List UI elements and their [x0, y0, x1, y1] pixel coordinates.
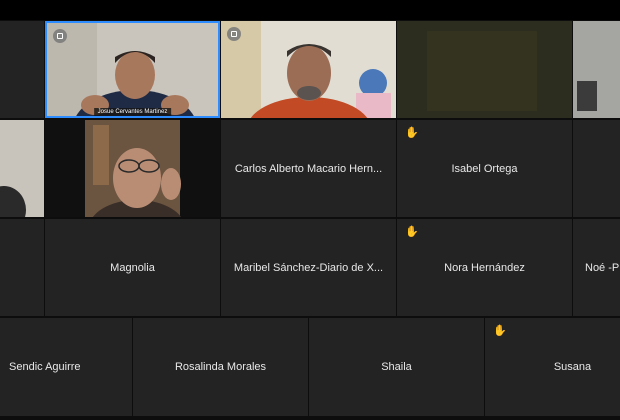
participant-tile-carlos[interactable]: Carlos Alberto Macario Hern...: [221, 120, 396, 217]
video-feed-josue: [47, 23, 218, 116]
raised-hand-icon: ✋: [405, 226, 419, 238]
participant-name-magnolia: Magnolia: [110, 261, 155, 274]
participant-tile-video-4-partial[interactable]: [573, 21, 620, 118]
participant-name-nora: Nora Hernández: [444, 261, 525, 274]
participant-name-susana: Susana: [553, 361, 592, 373]
participant-tile-josue[interactable]: Josue Cervantes Martinez: [45, 21, 220, 118]
participant-tile-shaila[interactable]: Shaila: [309, 318, 484, 416]
participant-tile-partial-right-2[interactable]: [573, 120, 620, 217]
participant-tile-sendic[interactable]: Sendic Aguirre: [0, 318, 132, 416]
video-feed-3: [397, 21, 572, 118]
participant-name-carlos: Carlos Alberto Macario Hern...: [234, 162, 383, 175]
participant-tile-maribel[interactable]: Maribel Sánchez-Diario de X...: [221, 219, 396, 316]
participant-tile-partial-left-3[interactable]: [0, 219, 44, 316]
window-top-bar: [0, 0, 620, 20]
participant-tile-nora[interactable]: ✋ Nora Hernández: [397, 219, 572, 316]
participant-tile-susana[interactable]: ✋ Susana: [485, 318, 620, 416]
video-feed-4: [573, 21, 620, 118]
participant-name-sendic: Sendic Aguirre: [9, 361, 81, 373]
video-feed-5: [45, 120, 220, 217]
participant-tile-rosalinda[interactable]: Rosalinda Morales: [133, 318, 308, 416]
participant-tile-magnolia[interactable]: Magnolia: [45, 219, 220, 316]
participant-name-isabel: Isabel Ortega: [451, 162, 518, 175]
participant-tile-video-5[interactable]: [45, 120, 220, 217]
participant-tile-partial-left-2[interactable]: [0, 120, 44, 217]
participant-tile-noe[interactable]: Noé -P: [573, 219, 620, 316]
camera-badge-icon: [227, 27, 241, 41]
camera-badge-icon: [53, 29, 67, 43]
participant-tile-isabel[interactable]: ✋ Isabel Ortega: [397, 120, 572, 217]
video-feed-2: [221, 21, 396, 118]
participant-tile-video-3[interactable]: [397, 21, 572, 118]
participant-tile-partial-left-1[interactable]: [0, 21, 44, 118]
participant-caption-josue: Josue Cervantes Martinez: [93, 108, 172, 116]
participant-name-noe: Noé -P: [585, 261, 620, 274]
raised-hand-icon: ✋: [405, 127, 419, 139]
raised-hand-icon: ✋: [493, 325, 507, 337]
participant-name-rosalinda: Rosalinda Morales: [174, 361, 267, 373]
participant-name-maribel: Maribel Sánchez-Diario de X...: [233, 261, 384, 274]
video-feed-left-2: [0, 120, 44, 217]
participant-name-shaila: Shaila: [381, 361, 412, 373]
participant-tile-video-2[interactable]: [221, 21, 396, 118]
